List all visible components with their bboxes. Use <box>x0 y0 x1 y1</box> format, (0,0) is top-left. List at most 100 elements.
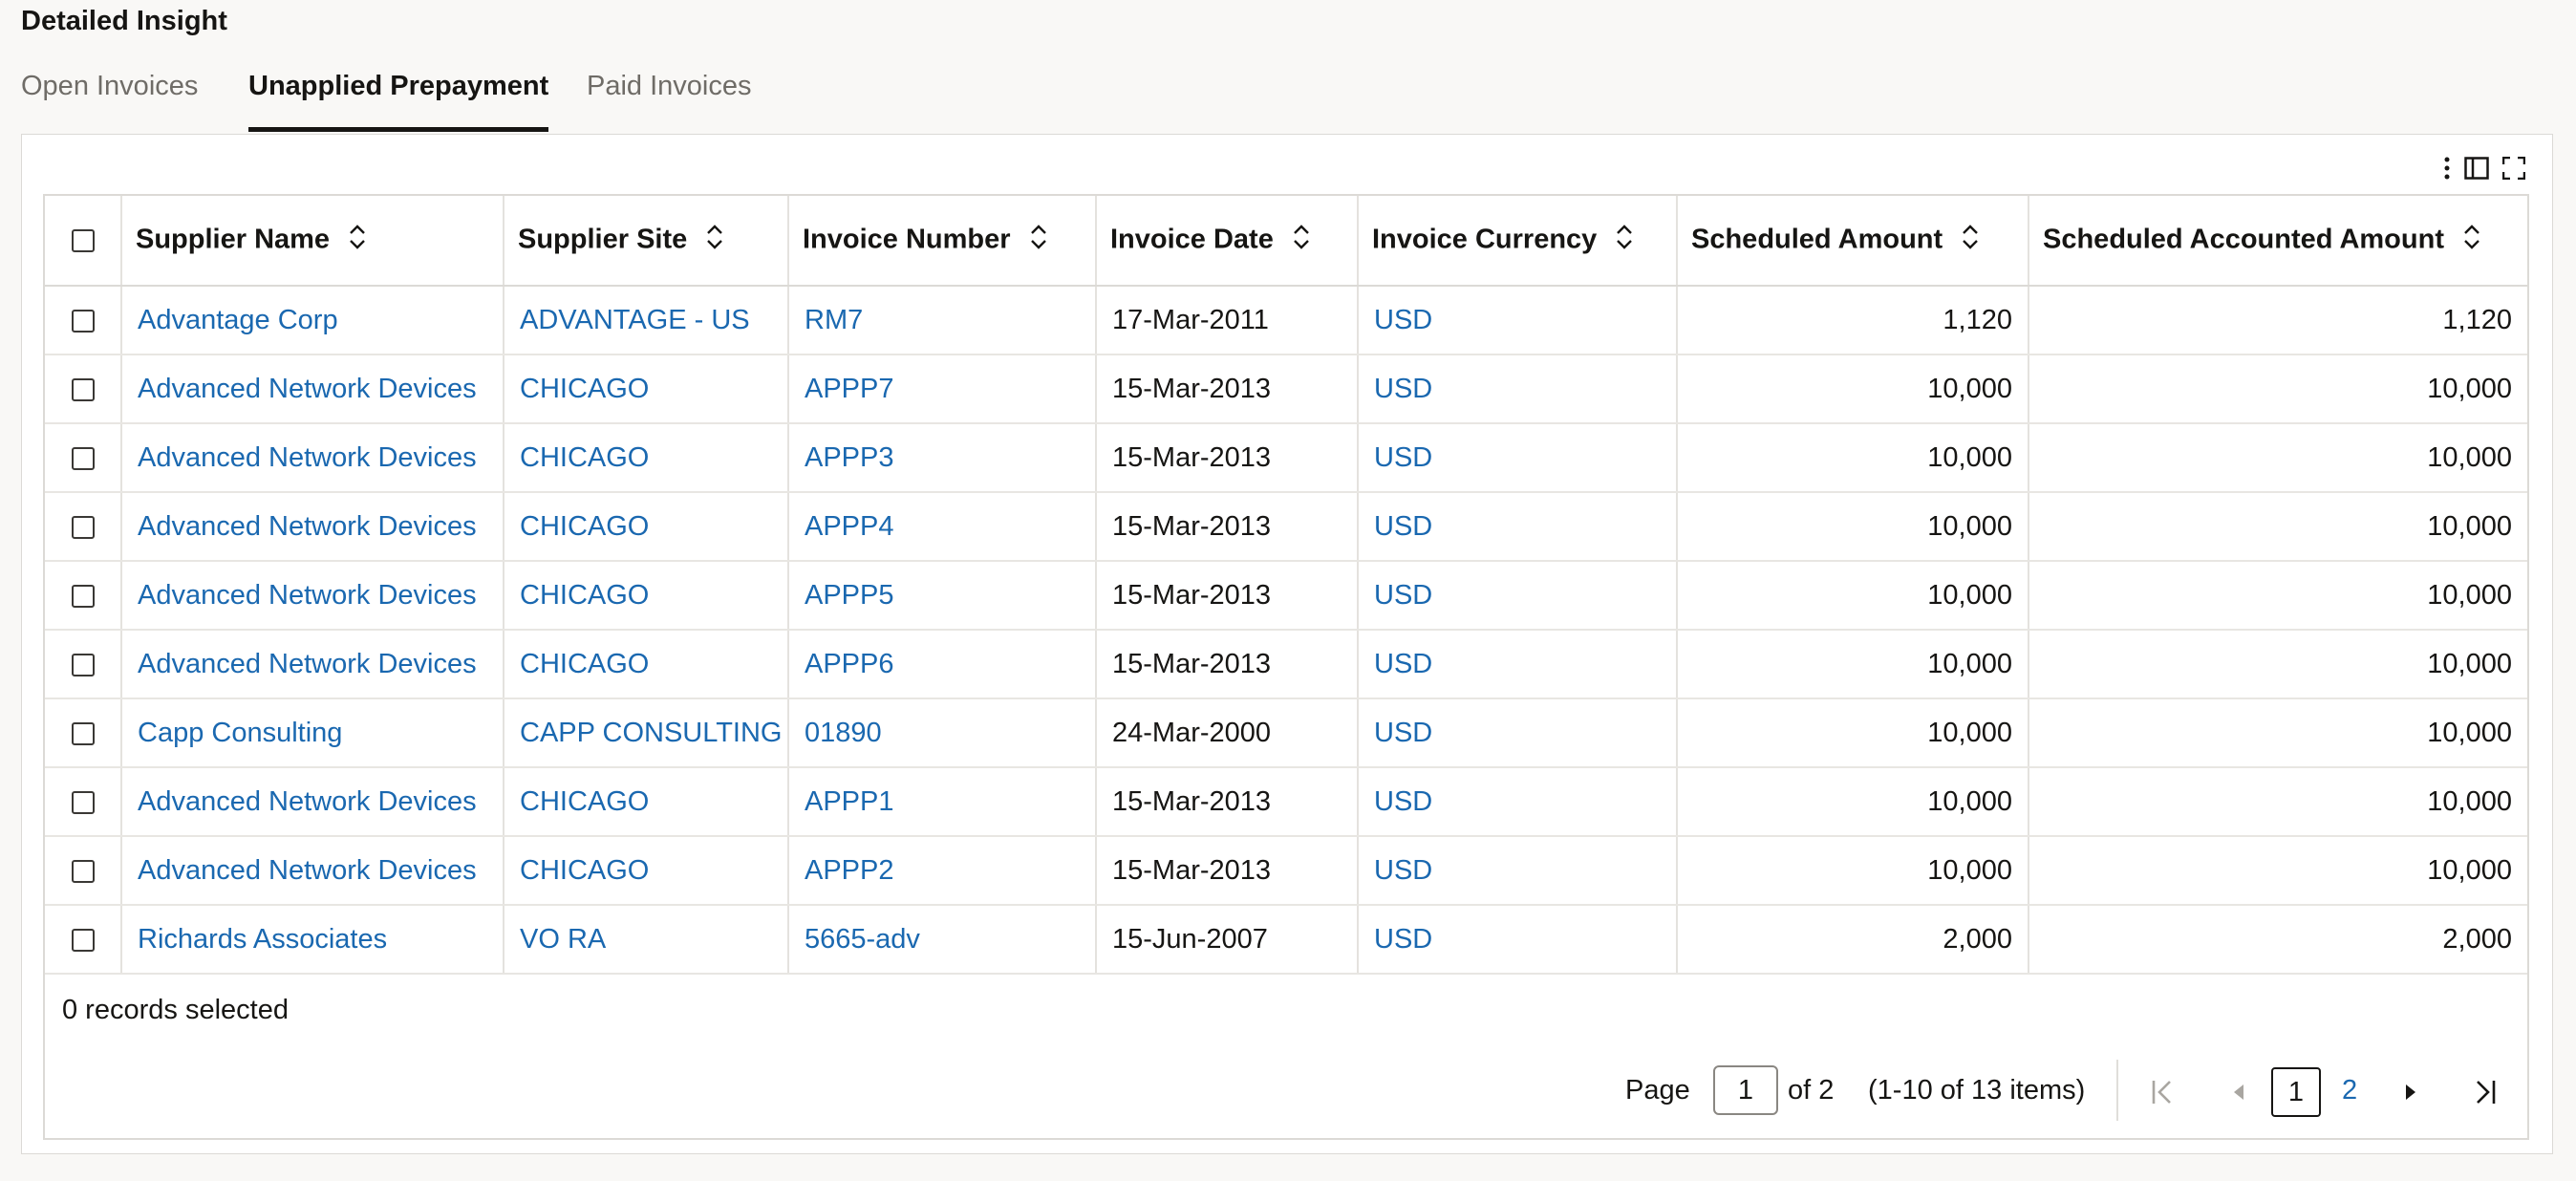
row-checkbox[interactable] <box>71 584 95 608</box>
supplier-name-link[interactable]: Advanced Network Devices <box>138 855 477 886</box>
table-row[interactable]: Advanced Network Devices CHICAGO APPP1 15-M… <box>45 767 2527 837</box>
row-checkbox[interactable] <box>71 515 95 539</box>
invoice-number-link[interactable]: APPP4 <box>805 511 894 542</box>
table-cell: 15-Mar-2013 <box>1096 630 1359 699</box>
column-panel-icon[interactable] <box>2462 154 2491 183</box>
invoice-number-link[interactable]: 5665-adv <box>805 924 920 955</box>
table-row[interactable]: Advantage Corp ADVANTAGE - US RM7 17-Mar-20… <box>45 286 2527 355</box>
invoice-currency-link[interactable]: USD <box>1374 786 1432 817</box>
supplier-site-link[interactable]: CHICAGO <box>520 855 649 886</box>
scheduled-amount-value: 10,000 <box>1927 441 2012 473</box>
supplier-name-link[interactable]: Advanced Network Devices <box>138 442 477 473</box>
supplier-site-link[interactable]: VO RA <box>520 924 606 955</box>
supplier-site-link[interactable]: CHICAGO <box>520 442 649 473</box>
invoice-currency-link[interactable]: USD <box>1374 924 1432 955</box>
column-header-supplier-name[interactable]: Supplier Name <box>121 196 504 287</box>
column-header-scheduled-accounted-amount[interactable]: Scheduled Accounted Amount <box>2029 196 2527 287</box>
table-row[interactable]: Capp Consulting CAPP CONSULTING 01890 24-Ma… <box>45 698 2527 768</box>
invoice-date-text: 24-Mar-2000 <box>1112 717 1272 748</box>
more-options-icon[interactable] <box>2441 154 2453 183</box>
table-cell: Advantage Corp <box>121 286 504 355</box>
column-header-supplier-site[interactable]: Supplier Site <box>504 196 789 287</box>
row-select-cell <box>45 905 122 975</box>
previous-page-icon[interactable] <box>2225 1073 2252 1111</box>
invoice-number-link[interactable]: RM7 <box>805 305 863 335</box>
scheduled-amount-value: 10,000 <box>1927 785 2012 817</box>
supplier-name-link[interactable]: Advanced Network Devices <box>138 511 477 542</box>
table-row[interactable]: Advanced Network Devices CHICAGO APPP3 15-M… <box>45 423 2527 493</box>
supplier-site-link[interactable]: CHICAGO <box>520 374 649 404</box>
supplier-site-link[interactable]: ADVANTAGE - US <box>520 305 750 335</box>
invoice-number-link[interactable]: APPP5 <box>805 580 894 611</box>
row-checkbox[interactable] <box>71 653 95 676</box>
invoice-number-link[interactable]: 01890 <box>805 718 882 748</box>
scheduled-accounted-amount-value: 1,120 <box>2442 304 2512 335</box>
invoice-currency-link[interactable]: USD <box>1374 305 1432 335</box>
supplier-name-link[interactable]: Advantage Corp <box>138 305 338 335</box>
table-row[interactable]: Richards Associates VO RA 5665-adv 15-Jun-2… <box>45 905 2527 975</box>
row-checkbox[interactable] <box>71 377 95 401</box>
invoice-currency-link[interactable]: USD <box>1374 442 1432 473</box>
row-checkbox[interactable] <box>71 859 95 883</box>
row-checkbox[interactable] <box>71 790 95 814</box>
column-header-invoice-number[interactable]: Invoice Number <box>788 196 1097 287</box>
table-row[interactable]: Advanced Network Devices CHICAGO APPP6 15-M… <box>45 630 2527 699</box>
table-row[interactable]: Advanced Network Devices CHICAGO APPP5 15-M… <box>45 561 2527 631</box>
sort-icon[interactable] <box>2463 224 2480 258</box>
sort-icon[interactable] <box>1616 224 1633 258</box>
invoice-currency-link[interactable]: USD <box>1374 511 1432 542</box>
supplier-site-link[interactable]: CHICAGO <box>520 649 649 679</box>
row-checkbox[interactable] <box>71 309 95 333</box>
column-header-invoice-date[interactable]: Invoice Date <box>1096 196 1359 287</box>
tab-unapplied-prepayment[interactable]: Unapplied Prepayment <box>248 71 549 132</box>
invoice-number-link[interactable]: APPP1 <box>805 786 894 817</box>
scheduled-accounted-amount-value: 10,000 <box>2427 510 2512 542</box>
invoice-number-link[interactable]: APPP3 <box>805 442 894 473</box>
supplier-site-link[interactable]: CHICAGO <box>520 511 649 542</box>
supplier-site-link[interactable]: CHICAGO <box>520 786 649 817</box>
sort-icon[interactable] <box>349 224 366 258</box>
supplier-name-link[interactable]: Richards Associates <box>138 924 387 955</box>
invoice-currency-link[interactable]: USD <box>1374 374 1432 404</box>
row-select-cell <box>45 354 122 424</box>
row-checkbox[interactable] <box>71 928 95 952</box>
supplier-site-link[interactable]: CHICAGO <box>520 580 649 611</box>
supplier-name-link[interactable]: Advanced Network Devices <box>138 649 477 679</box>
invoice-number-link[interactable]: APPP6 <box>805 649 894 679</box>
invoice-currency-link[interactable]: USD <box>1374 855 1432 886</box>
tab-open-invoices[interactable]: Open Invoices <box>21 71 198 132</box>
row-checkbox[interactable] <box>71 446 95 470</box>
invoice-number-link[interactable]: APPP7 <box>805 374 894 404</box>
table-row[interactable]: Advanced Network Devices CHICAGO APPP7 15-M… <box>45 354 2527 424</box>
invoice-currency-link[interactable]: USD <box>1374 580 1432 611</box>
select-all-checkbox[interactable] <box>71 229 95 253</box>
next-page-icon[interactable] <box>2397 1073 2424 1111</box>
table-row[interactable]: Advanced Network Devices CHICAGO APPP4 15-M… <box>45 492 2527 562</box>
sort-icon[interactable] <box>706 224 723 258</box>
sort-icon[interactable] <box>1962 224 1979 258</box>
fullscreen-icon[interactable] <box>2501 154 2527 183</box>
page-2-link[interactable]: 2 <box>2342 1075 2357 1106</box>
table-row[interactable]: Advanced Network Devices CHICAGO APPP2 15-M… <box>45 836 2527 906</box>
last-page-icon[interactable] <box>2468 1073 2501 1111</box>
supplier-name-link[interactable]: Advanced Network Devices <box>138 786 477 817</box>
page-number-input[interactable] <box>1713 1065 1778 1115</box>
tab-paid-invoices[interactable]: Paid Invoices <box>587 71 752 132</box>
table-cell: USD <box>1358 354 1678 424</box>
supplier-site-link[interactable]: CAPP CONSULTING <box>520 718 782 748</box>
sort-icon[interactable] <box>1030 224 1047 258</box>
invoice-date-text: 15-Mar-2013 <box>1112 854 1272 886</box>
invoice-currency-link[interactable]: USD <box>1374 718 1432 748</box>
column-header-scheduled-amount[interactable]: Scheduled Amount <box>1677 196 2029 287</box>
first-page-icon[interactable] <box>2147 1073 2179 1111</box>
row-checkbox[interactable] <box>71 721 95 745</box>
current-page-button[interactable]: 1 <box>2271 1067 2321 1117</box>
column-header-invoice-currency[interactable]: Invoice Currency <box>1358 196 1678 287</box>
supplier-name-link[interactable]: Capp Consulting <box>138 718 342 748</box>
supplier-name-link[interactable]: Advanced Network Devices <box>138 374 477 404</box>
invoice-currency-link[interactable]: USD <box>1374 649 1432 679</box>
supplier-name-link[interactable]: Advanced Network Devices <box>138 580 477 611</box>
sort-icon[interactable] <box>1293 224 1310 258</box>
invoice-number-link[interactable]: APPP2 <box>805 855 894 886</box>
row-select-cell <box>45 423 122 493</box>
